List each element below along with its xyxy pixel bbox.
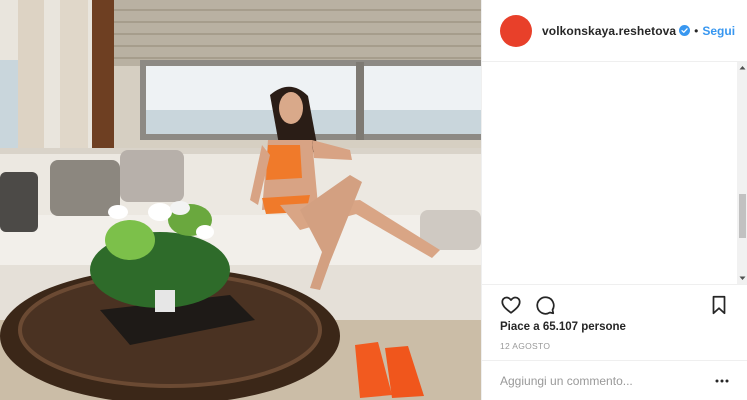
comment-input[interactable] (500, 373, 714, 388)
username-link[interactable]: volkonskaya.reshetova (542, 24, 676, 38)
post-sidebar: volkonskaya.reshetova • Segui Piace a 65… (481, 0, 747, 400)
scrollbar[interactable] (737, 62, 747, 284)
post-photo-illustration (0, 0, 481, 400)
likes-count[interactable]: Piace a 65.107 persone (500, 321, 730, 333)
bookmark-icon[interactable] (708, 294, 730, 316)
comment-composer (482, 360, 747, 400)
follow-button[interactable]: Segui (702, 24, 735, 38)
post-header: volkonskaya.reshetova • Segui (482, 0, 747, 62)
comments-area[interactable] (482, 62, 747, 284)
more-options-icon[interactable] (714, 373, 730, 389)
post-photo[interactable] (0, 0, 481, 400)
verified-badge-icon (679, 25, 691, 36)
instagram-post: volkonskaya.reshetova • Segui Piace a 65… (0, 0, 747, 400)
comment-icon[interactable] (534, 294, 556, 316)
avatar[interactable] (500, 14, 532, 47)
scroll-down-arrow-icon[interactable] (737, 273, 747, 284)
action-row (500, 285, 730, 325)
scrollbar-thumb[interactable] (739, 194, 746, 238)
post-date[interactable]: 12 AGOSTO (500, 341, 730, 351)
post-actions: Piace a 65.107 persone 12 AGOSTO (482, 284, 747, 356)
heart-icon[interactable] (500, 294, 522, 316)
scroll-up-arrow-icon[interactable] (737, 62, 747, 73)
header-separator: • (694, 23, 699, 38)
